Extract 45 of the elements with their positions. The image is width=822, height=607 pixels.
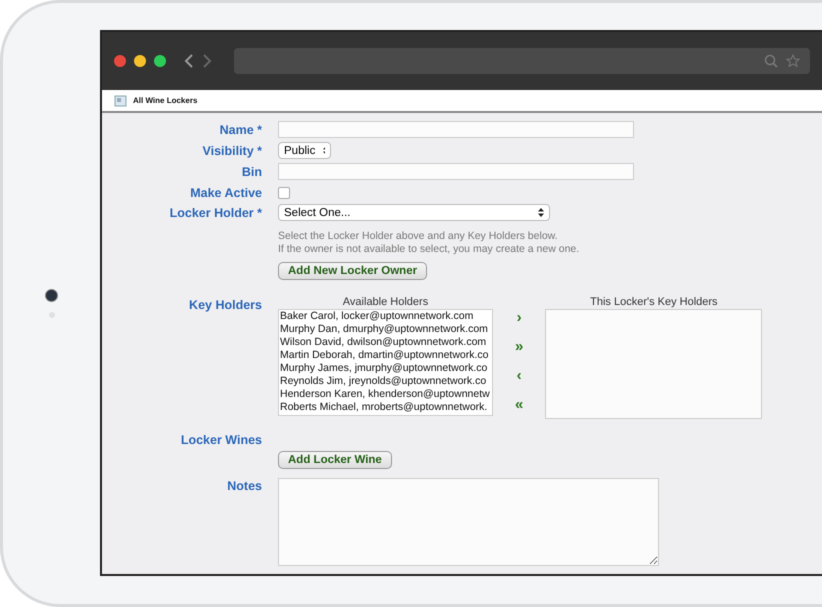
page-icon (114, 94, 127, 106)
list-option[interactable]: Henderson Karen, khenderson@uptownnetw (279, 388, 492, 401)
list-option[interactable]: Reynolds Jim, jreynolds@uptownnetwork.co (279, 375, 492, 388)
move-button[interactable]: » (515, 337, 524, 356)
field-label: Make Active (190, 185, 262, 200)
minimize-icon[interactable] (134, 55, 146, 67)
help-text: Select the Locker Holder above and any Key Holders below. (278, 230, 559, 243)
search-icon[interactable] (764, 54, 778, 68)
move-button[interactable]: « (515, 395, 524, 414)
field-label: Locker Wines (180, 432, 262, 447)
checkbox[interactable] (278, 187, 290, 199)
visibility-select[interactable]: Public (278, 142, 331, 159)
field-label: Key Holders (189, 297, 262, 314)
forward-icon[interactable] (202, 54, 212, 68)
column-title: This Locker's Key Holders (590, 296, 718, 308)
camera-icon (45, 289, 58, 302)
column-title: Available Holders (342, 296, 428, 308)
updown-icon (538, 208, 544, 217)
maximize-icon[interactable] (154, 55, 166, 67)
field-label: Bin (242, 164, 262, 180)
tab-title[interactable]: All Wine Lockers (133, 96, 198, 105)
list-option[interactable]: Murphy Dan, dmurphy@uptownnetwork.com (279, 323, 492, 336)
move-button[interactable]: ‹ (515, 366, 524, 385)
available-holders-list[interactable] (278, 309, 493, 416)
move-button[interactable]: › (515, 308, 524, 327)
field-label: Name * (220, 122, 262, 138)
notes-field[interactable] (278, 478, 659, 566)
add-wine-button[interactable]: Add Locker Wine (278, 451, 392, 469)
locker-holder-select[interactable]: Select One... (278, 204, 550, 221)
list-option[interactable]: Martin Deborah, dmartin@uptownnetwork.co (279, 349, 492, 362)
help-text: If the owner is not available to select, you may create a new one. (278, 243, 580, 256)
close-icon[interactable] (114, 55, 126, 67)
text-field[interactable] (278, 121, 634, 138)
text-field[interactable] (278, 163, 634, 180)
list-option[interactable]: Roberts Michael, mroberts@uptownnetwork. (279, 401, 492, 414)
star-icon[interactable] (786, 54, 800, 68)
field-label: Locker Holder * (170, 205, 262, 222)
list-option[interactable]: Baker Carol, locker@uptownnetwork.com (279, 310, 492, 323)
field-label: Notes (227, 478, 262, 495)
key-holders-list[interactable] (545, 309, 762, 419)
back-icon[interactable] (184, 54, 194, 68)
add-owner-button[interactable]: Add New Locker Owner (278, 262, 428, 280)
field-label: Visibility * (202, 143, 262, 159)
list-option[interactable]: Murphy James, jmurphy@uptownnetwork.co (279, 362, 492, 375)
list-option[interactable]: Wilson David, dwilson@uptownnetwork.com (279, 336, 492, 349)
